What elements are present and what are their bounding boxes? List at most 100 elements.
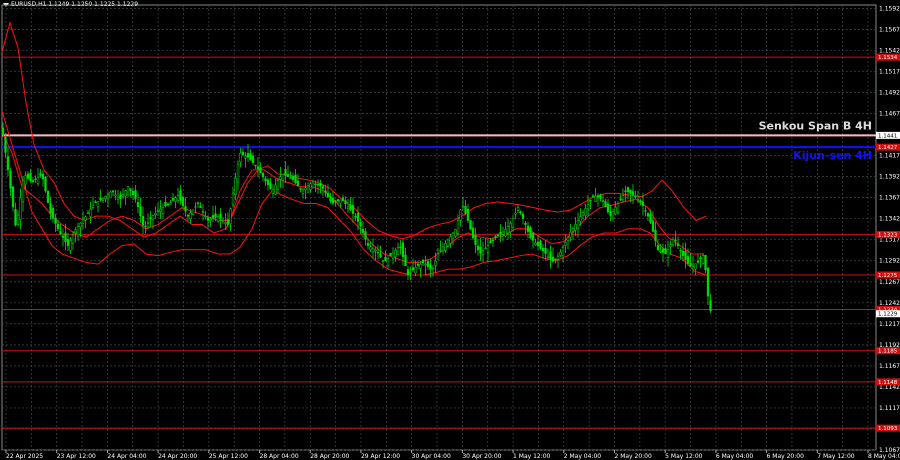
- candle-body: [536, 241, 540, 246]
- candle-body: [641, 201, 645, 206]
- candle-body: [399, 246, 402, 249]
- price-chart[interactable]: 1.1592 1.1567 1.1542 1.1517 1.1492 1.1467 1.14…: [0, 0, 900, 460]
- candle-body: [644, 210, 647, 212]
- candle-body: [499, 232, 502, 235]
- candle-body: [199, 206, 202, 208]
- candle-body: [91, 204, 95, 208]
- candle-body: [124, 190, 127, 197]
- candle-body: [106, 194, 110, 200]
- candle-body: [269, 182, 272, 189]
- candle-body: [149, 217, 152, 219]
- candle-body: [351, 205, 355, 214]
- candle-body: [634, 195, 637, 198]
- candle-body: [436, 253, 440, 260]
- candle-body: [316, 184, 320, 186]
- candle-body: [556, 255, 560, 260]
- candle-body: [306, 185, 310, 193]
- candle-body: [561, 247, 565, 257]
- y-tick-label: 1.1217: [879, 321, 900, 328]
- candle-body: [426, 261, 430, 267]
- candle-body: [546, 255, 550, 258]
- candle-body: [569, 231, 572, 238]
- candle-body: [554, 258, 557, 261]
- level-price-tag-text: 1.1323: [878, 233, 898, 239]
- candle-body: [121, 194, 125, 197]
- candle-body: [671, 239, 675, 246]
- candle-body: [616, 203, 620, 213]
- candle-body: [686, 256, 690, 264]
- candle-body: [659, 250, 662, 253]
- candle-body: [76, 225, 80, 236]
- y-tick-label: 1.1567: [879, 26, 900, 33]
- x-tick-label: 5 May 12:00: [665, 453, 703, 460]
- candle-body: [84, 216, 87, 221]
- level-price-tag-text: 1.1427: [878, 145, 898, 151]
- level-price-tag-text: 1.1148: [878, 380, 898, 386]
- candle-body: [361, 228, 365, 233]
- candle-body: [119, 194, 122, 199]
- candle-body: [581, 212, 585, 216]
- candle-body: [111, 190, 115, 193]
- candle-body: [429, 264, 432, 270]
- candle-body: [446, 239, 450, 247]
- candle-body: [86, 212, 90, 214]
- candle-body: [309, 183, 312, 190]
- candle-body: [391, 252, 395, 259]
- candle-body: [486, 245, 490, 253]
- candle-body: [101, 198, 105, 201]
- senkou-span-b-caption: Senkou Span B 4H: [759, 119, 872, 132]
- candle-body: [24, 175, 27, 185]
- candle-body: [471, 227, 475, 239]
- candle-body: [656, 245, 660, 251]
- candle-body: [161, 206, 165, 214]
- candle-body: [181, 196, 185, 206]
- candle-body: [56, 223, 60, 230]
- x-tick-label: 6 May 20:00: [767, 453, 805, 460]
- candle-body: [629, 189, 632, 194]
- candle-body: [154, 212, 157, 215]
- candle-body: [276, 180, 280, 190]
- candle-body: [621, 195, 625, 201]
- candle-body: [1, 127, 5, 136]
- candle-body: [301, 189, 305, 194]
- candle-body: [211, 215, 215, 219]
- candle-body: [141, 216, 145, 226]
- candle-body: [266, 179, 270, 185]
- candle-body: [394, 250, 397, 258]
- candle-body: [261, 172, 265, 177]
- candle-body: [379, 253, 382, 258]
- candle-body: [411, 267, 415, 271]
- candle-body: [631, 191, 635, 195]
- candle-body: [684, 250, 687, 260]
- candle-body: [404, 254, 407, 267]
- candle-body: [376, 251, 380, 254]
- candle-body: [254, 164, 257, 167]
- candle-body: [529, 227, 532, 238]
- candle-body: [349, 204, 352, 211]
- candle-body: [474, 234, 477, 245]
- candle-body: [171, 198, 175, 201]
- candle-body: [286, 174, 290, 177]
- candle-body: [586, 204, 590, 210]
- candle-body: [151, 215, 155, 220]
- candle-body: [639, 200, 642, 203]
- candle-body: [579, 216, 582, 222]
- candle-body: [521, 213, 525, 219]
- candle-body: [701, 255, 705, 264]
- candle-body: [341, 197, 345, 201]
- candle-body: [89, 208, 92, 217]
- candle-body: [599, 194, 602, 199]
- candle-body: [504, 229, 507, 237]
- candle-body: [96, 201, 100, 208]
- x-tick-label: 22 Apr 2025: [6, 453, 43, 460]
- candle-body: [71, 234, 75, 244]
- candle-body: [674, 239, 677, 242]
- candle-body: [456, 220, 460, 234]
- candle-body: [559, 251, 562, 256]
- candle-body: [709, 300, 712, 312]
- candle-body: [231, 192, 235, 205]
- candle-body: [16, 214, 20, 225]
- candle-body: [421, 259, 425, 264]
- candle-body: [41, 174, 45, 180]
- candle-body: [289, 177, 292, 179]
